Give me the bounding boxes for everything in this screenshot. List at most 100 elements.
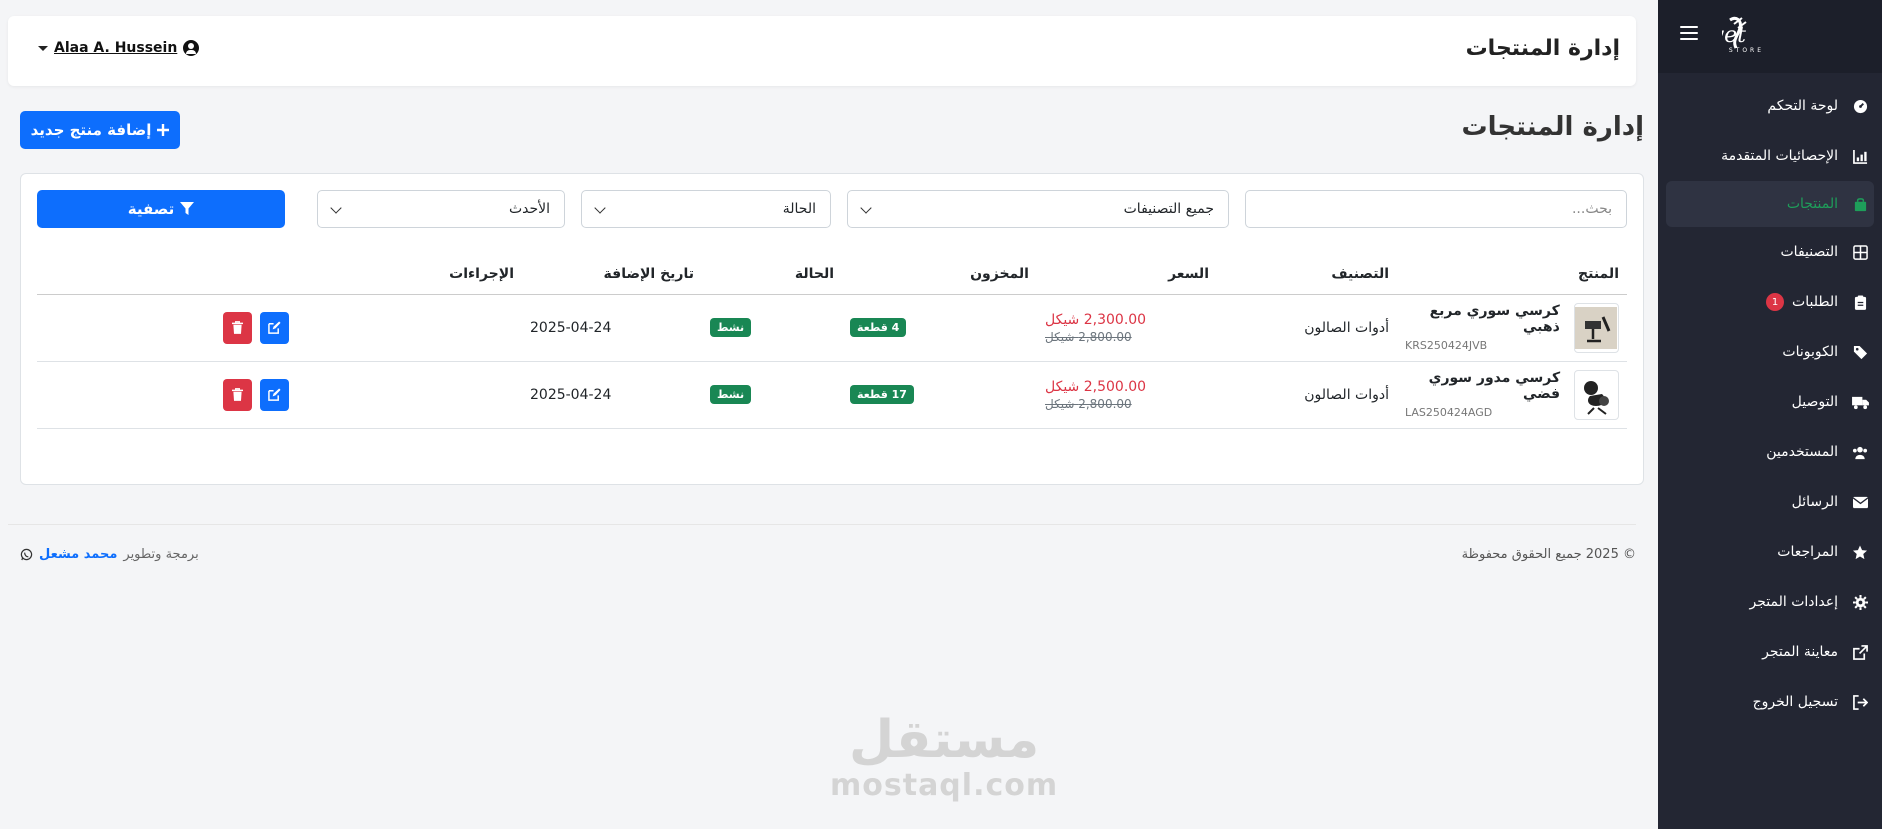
delete-button[interactable] (222, 378, 252, 411)
sidebar-item-1[interactable]: الإحصائيات المتقدمة (1658, 131, 1882, 181)
col-date: تاريخ الإضافة (522, 254, 702, 295)
main-content: إدارة المنتجات Alaa A. Hussein إدارة الم… (0, 0, 1658, 829)
sidebar-item-4[interactable]: الطلبات 1 (1658, 277, 1882, 327)
category-select-value: جميع التصنيفات (1123, 201, 1214, 217)
sidebar-item-label: الرسائل (1791, 494, 1838, 510)
col-status: الحالة (702, 254, 842, 295)
watermark: مستقل mostaql.com (830, 712, 1058, 803)
table-row[interactable]: كرسي سوري مربع ذهبي KRS250424JVB أدوات الص… (37, 294, 1627, 362)
col-actions: الإجراءات (37, 254, 522, 295)
sidebar-item-11[interactable]: معاينة المتجر (1658, 627, 1882, 677)
plus-icon (157, 124, 170, 136)
topbar-title: إدارة المنتجات (1465, 36, 1620, 61)
caret-down-icon (38, 45, 48, 51)
product-name: كرسي سوري مربع ذهبي (1429, 303, 1560, 335)
gear-icon (1850, 592, 1870, 612)
chart-icon (1850, 146, 1870, 166)
whatsapp-icon[interactable] (20, 548, 33, 561)
original-price: 2,800.00 شيكل (1045, 396, 1132, 411)
edit-button[interactable] (259, 378, 289, 411)
sort-select[interactable]: الأحدث (317, 190, 565, 228)
sidebar-header: Velvet STORE (1658, 0, 1882, 73)
status-select[interactable]: الحالة (581, 190, 831, 228)
sale-price: 2,500.00 شيكل (1045, 378, 1147, 395)
user-menu[interactable]: Alaa A. Hussein (38, 40, 200, 56)
status-select-value: الحالة (782, 201, 816, 217)
status-badge: نشط (710, 318, 752, 337)
product-name: كرسي مدور سوري فضي (1428, 370, 1561, 402)
sort-select-value: الأحدث (508, 201, 550, 217)
sidebar-item-12[interactable]: تسجيل الخروج (1658, 677, 1882, 727)
product-thumbnail[interactable] (1574, 369, 1619, 420)
delete-button[interactable] (222, 311, 252, 344)
cell-status: نشط (702, 294, 842, 362)
product-sku: LAS250424AGD (1405, 406, 1493, 419)
category-select[interactable]: جميع التصنيفات (847, 190, 1229, 228)
add-product-button[interactable]: إضافة منتج جديد (20, 111, 180, 149)
sidebar-item-label: إعدادات المتجر (1749, 594, 1838, 610)
cell-category: أدوات الصالون (1217, 361, 1397, 429)
table-row[interactable]: كرسي مدور سوري فضي LAS250424AGD أدوات الصا… (37, 361, 1627, 429)
sidebar-item-label: المنتجات (1786, 196, 1838, 212)
product-thumbnail[interactable] (1573, 302, 1619, 353)
chevron-down-icon (860, 202, 872, 214)
cell-stock: 17 قطعة (842, 361, 1037, 429)
truck-icon (1850, 392, 1870, 412)
cell-product: كرسي مدور سوري فضي LAS250424AGD (1397, 361, 1627, 429)
sidebar-item-2[interactable]: المنتجات (1666, 181, 1874, 227)
footer-divider (8, 524, 1636, 525)
tags-icon (1850, 342, 1870, 362)
sidebar-item-8[interactable]: الرسائل (1658, 477, 1882, 527)
brand-sub: STORE (1729, 47, 1764, 54)
sidebar-item-9[interactable]: المراجعات (1658, 527, 1882, 577)
cell-date: 2025-04-24 (522, 294, 702, 362)
sidebar-item-label: المستخدمين (1766, 444, 1838, 460)
trash-icon (231, 321, 243, 334)
sidebar-item-label: الإحصائيات المتقدمة (1721, 148, 1838, 164)
shopping-bag-icon (1850, 194, 1870, 214)
sidebar-item-label: معاينة المتجر (1762, 644, 1838, 660)
filter-button[interactable]: تصفية (37, 190, 285, 228)
velvet-logo[interactable]: Velvet STORE (1722, 14, 1832, 56)
stock-badge: 17 قطعة (850, 385, 914, 404)
topbar: إدارة المنتجات Alaa A. Hussein (8, 16, 1636, 86)
sale-price: 2,300.00 شيكل (1045, 311, 1147, 328)
cell-actions (37, 361, 522, 429)
sidebar-item-label: الطلبات (1792, 294, 1838, 310)
edit-icon (267, 388, 281, 401)
users-icon (1850, 442, 1870, 462)
product-sku: KRS250424JVB (1405, 339, 1488, 352)
watermark-latin: mostaql.com (830, 768, 1059, 803)
sidebar-item-label: التصنيفات (1780, 244, 1839, 260)
cell-category: أدوات الصالون (1217, 294, 1397, 362)
trash-icon (231, 388, 243, 401)
watermark-arabic: مستقل (848, 710, 1040, 770)
sidebar-item-5[interactable]: الكوبونات (1658, 327, 1882, 377)
col-stock: المخزون (842, 254, 1037, 295)
dashboard-icon (1850, 96, 1870, 116)
sign-out-icon (1850, 692, 1870, 712)
sidebar-item-6[interactable]: التوصيل (1658, 377, 1882, 427)
sidebar-item-label: المراجعات (1777, 544, 1838, 560)
sidebar-item-3[interactable]: التصنيفات (1658, 227, 1882, 277)
add-product-label: إضافة منتج جديد (30, 121, 152, 139)
sidebar-item-10[interactable]: إعدادات المتجر (1658, 577, 1882, 627)
menu-toggle-icon[interactable] (1680, 26, 1698, 44)
credit-author-link[interactable]: محمد مشعل (39, 547, 117, 562)
brand-name: Velvet (1722, 23, 1746, 48)
sidebar-item-0[interactable]: لوحة التحكم (1658, 81, 1882, 131)
chevron-down-icon (594, 202, 606, 214)
orders-count-badge: 1 (1766, 293, 1785, 311)
cell-date: 2025-04-24 (522, 361, 702, 429)
clipboard-icon (1850, 292, 1870, 312)
original-price: 2,800.00 شيكل (1045, 329, 1132, 344)
sidebar-item-label: التوصيل (1791, 394, 1838, 410)
sidebar-item-7[interactable]: المستخدمين (1658, 427, 1882, 477)
col-product: المنتج (1397, 254, 1627, 295)
filters-bar: جميع التصنيفات الحالة الأحدث تصفية (37, 190, 1627, 230)
cell-product: كرسي سوري مربع ذهبي KRS250424JVB (1397, 294, 1627, 362)
edit-button[interactable] (259, 311, 289, 344)
stock-badge: 4 قطعة (850, 318, 907, 337)
page-title: إدارة المنتجات (1461, 112, 1645, 142)
search-input[interactable] (1245, 190, 1627, 228)
